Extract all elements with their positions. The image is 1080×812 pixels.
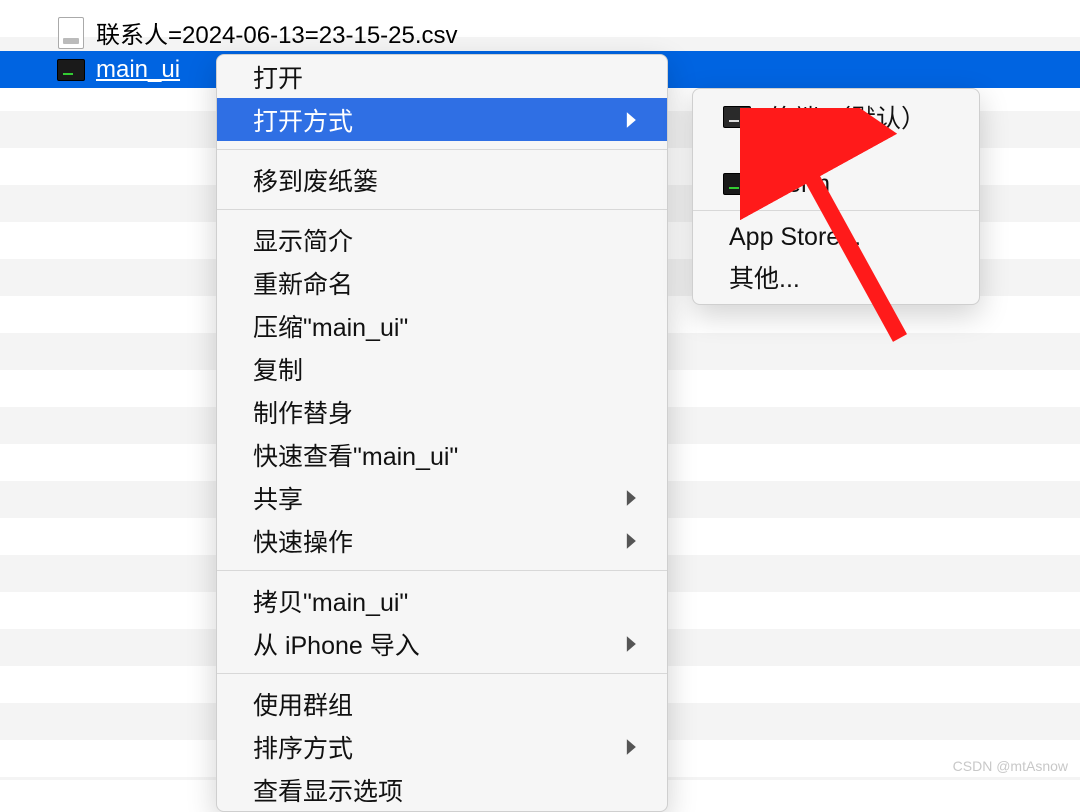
menu-compress[interactable]: 压缩"main_ui" <box>217 304 667 347</box>
menu-quick-look[interactable]: 快速查看"main_ui" <box>217 433 667 476</box>
iterm-app-icon <box>721 171 753 197</box>
menu-import-iphone[interactable]: 从 iPhone 导入 <box>217 622 667 665</box>
menu-copy[interactable]: 复制 <box>217 347 667 390</box>
exec-file-icon <box>56 55 86 85</box>
menu-label: 快速操作 <box>253 523 353 559</box>
submenu-arrow-icon <box>625 635 639 653</box>
watermark: CSDN @mtAsnow <box>953 758 1068 774</box>
menu-view-options[interactable]: 查看显示选项 <box>217 768 667 811</box>
terminal-app-icon <box>721 104 753 130</box>
csv-file-icon <box>56 18 86 48</box>
menu-label: 排序方式 <box>253 729 353 765</box>
menu-make-alias[interactable]: 制作替身 <box>217 390 667 433</box>
menu-sort-by[interactable]: 排序方式 <box>217 725 667 768</box>
menu-label: 使用群组 <box>253 686 353 722</box>
menu-label: 显示简介 <box>253 222 353 258</box>
menu-label: 查看显示选项 <box>253 772 403 808</box>
menu-label: 其他... <box>729 259 800 295</box>
menu-label: 复制 <box>253 351 303 387</box>
menu-label: iTerm <box>769 170 830 199</box>
submenu-iterm[interactable]: iTerm <box>693 166 979 202</box>
submenu-app-store[interactable]: App Store... <box>693 219 979 255</box>
menu-label: 从 iPhone 导入 <box>253 626 420 662</box>
menu-rename[interactable]: 重新命名 <box>217 261 667 304</box>
menu-open[interactable]: 打开 <box>217 55 667 98</box>
menu-label: App Store... <box>729 223 861 252</box>
menu-copy-item[interactable]: 拷贝"main_ui" <box>217 579 667 622</box>
separator <box>217 149 667 150</box>
menu-label: 拷贝"main_ui" <box>253 583 408 619</box>
menu-label: 打开 <box>253 59 303 95</box>
submenu-arrow-icon <box>625 532 639 550</box>
separator <box>693 210 979 211</box>
menu-quick-actions[interactable]: 快速操作 <box>217 519 667 562</box>
file-name: main_ui <box>96 56 180 84</box>
menu-label: 压缩"main_ui" <box>253 308 408 344</box>
menu-label: 移到废纸篓 <box>253 162 378 198</box>
submenu-arrow-icon <box>625 489 639 507</box>
submenu-arrow-icon <box>625 111 639 129</box>
submenu-terminal[interactable]: 终端 （默认） <box>693 95 979 138</box>
context-menu: 打开 打开方式 移到废纸篓 显示简介 重新命名 压缩"main_ui" 复制 制… <box>216 54 668 812</box>
menu-trash[interactable]: 移到废纸篓 <box>217 158 667 201</box>
separator <box>217 209 667 210</box>
file-name: 联系人=2024-06-13=23-15-25.csv <box>96 15 458 50</box>
menu-share[interactable]: 共享 <box>217 476 667 519</box>
menu-label: 重新命名 <box>253 265 353 301</box>
separator <box>217 673 667 674</box>
submenu-arrow-icon <box>625 738 639 756</box>
menu-use-groups[interactable]: 使用群组 <box>217 682 667 725</box>
separator <box>217 570 667 571</box>
submenu-other[interactable]: 其他... <box>693 255 979 298</box>
menu-label: 制作替身 <box>253 394 353 430</box>
menu-get-info[interactable]: 显示简介 <box>217 218 667 261</box>
menu-label: 打开方式 <box>253 102 353 138</box>
menu-label: 快速查看"main_ui" <box>253 437 458 473</box>
menu-label: 终端 （默认） <box>769 99 926 135</box>
open-with-submenu: 终端 （默认） iTerm App Store... 其他... <box>692 88 980 305</box>
file-row-csv[interactable]: 联系人=2024-06-13=23-15-25.csv <box>0 14 1080 51</box>
menu-label: 共享 <box>253 480 303 516</box>
menu-open-with[interactable]: 打开方式 <box>217 98 667 141</box>
